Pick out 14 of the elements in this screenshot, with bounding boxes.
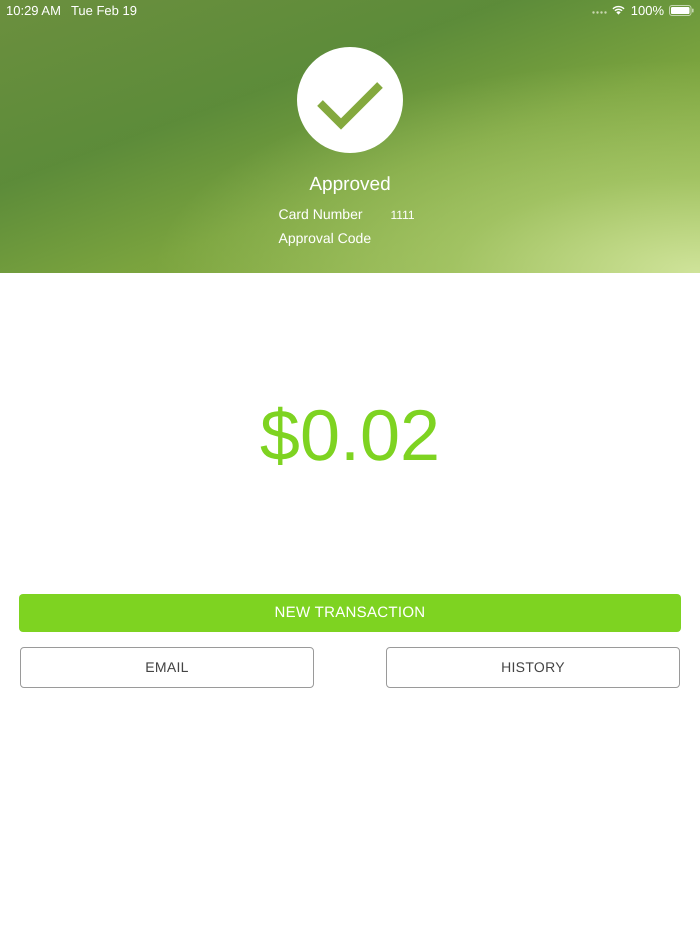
outline-button[interactable]: EMAIL bbox=[20, 647, 314, 688]
wifi-icon bbox=[612, 5, 625, 15]
status-text: Approved bbox=[309, 173, 391, 197]
battery-percent: 100% bbox=[630, 4, 664, 16]
outline-button[interactable]: HISTORY bbox=[386, 647, 680, 688]
battery-icon bbox=[669, 4, 694, 16]
signal-dots-icon bbox=[592, 10, 607, 14]
amount-text: $0.02 bbox=[260, 400, 440, 472]
detail-label: Approval Code bbox=[278, 229, 372, 248]
detail-label: Card Number bbox=[278, 205, 364, 224]
status-date: Tue Feb 19 bbox=[70, 4, 137, 16]
status-time: 10:29 AM bbox=[6, 4, 61, 16]
detail-value: 1111 bbox=[390, 207, 415, 224]
checkmark-circle-icon bbox=[297, 47, 403, 153]
